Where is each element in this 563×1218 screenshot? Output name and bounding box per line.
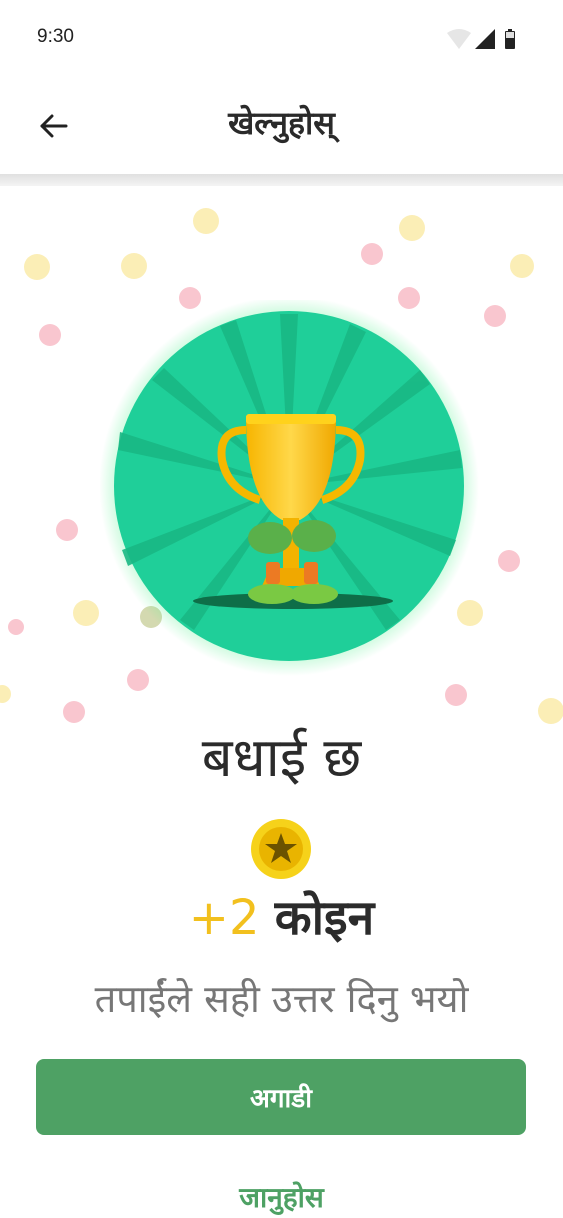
learn-link[interactable]: जानुहोस	[0, 1178, 563, 1216]
status-icons	[447, 29, 527, 51]
reward-text: +2 कोइन	[0, 884, 563, 949]
signal-icon	[475, 29, 495, 49]
battery-icon	[505, 29, 515, 49]
star-coin-icon	[250, 818, 312, 880]
reward-unit: कोइन	[274, 890, 375, 946]
congrats-headline: बधाई छ	[201, 726, 362, 789]
status-bar: 9:30	[0, 0, 563, 78]
next-button[interactable]: अगाडी	[36, 1059, 526, 1135]
reward-amount: +2	[188, 890, 260, 946]
next-button-label: अगाडी	[250, 1084, 312, 1114]
trophy-badge	[99, 296, 480, 680]
status-time: 9:30	[37, 26, 74, 47]
wifi-icon	[447, 29, 471, 49]
app-bar-shadow	[0, 174, 563, 186]
result-message: तपाईंले सही उत्तर दिनु भयो	[94, 977, 469, 1021]
page-title: खेल्नुहोस्	[228, 104, 335, 142]
